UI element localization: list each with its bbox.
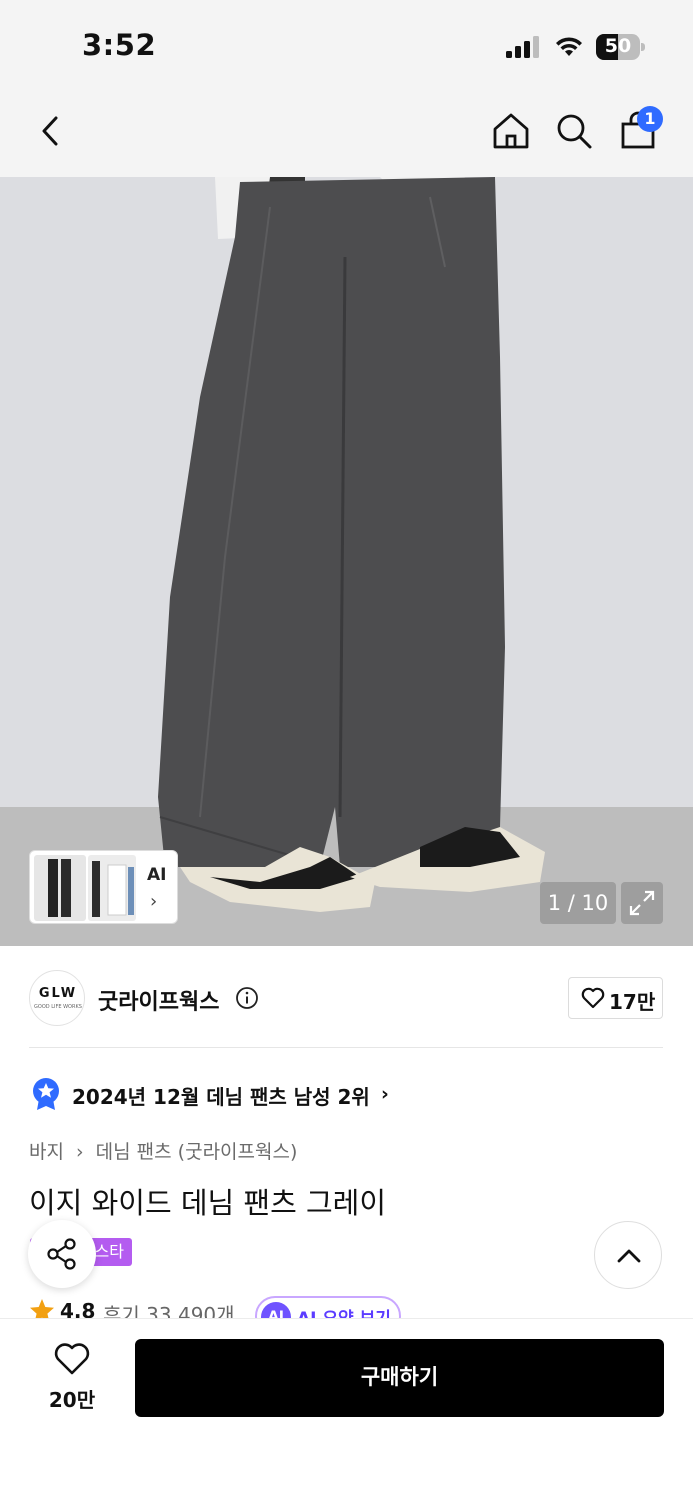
ai-badge: AI (261, 1302, 291, 1318)
ranking-medal-icon (33, 1078, 59, 1110)
back-icon[interactable] (30, 110, 72, 152)
breadcrumb: 바지 › 데님 팬츠 (굿라이프웍스) (29, 1137, 303, 1164)
product-photo (0, 177, 693, 946)
ai-label: AI (147, 865, 167, 885)
image-counter: 1 / 10 (540, 882, 616, 924)
divider (29, 1047, 663, 1048)
search-icon[interactable] (553, 110, 595, 152)
similar-item-thumbnail (34, 855, 86, 921)
chevron-right-icon[interactable]: › (381, 1083, 389, 1105)
heart-icon (54, 1343, 90, 1375)
expand-image-button[interactable] (621, 882, 663, 924)
product-title: 이지 와이드 데님 팬츠 그레이 (29, 1186, 387, 1220)
heart-icon (581, 987, 605, 1009)
share-button[interactable] (28, 1220, 96, 1288)
rating-row: 4.8 후기 33,490개 AI AI 요약 보기 (29, 1296, 693, 1318)
wishlist-button[interactable]: 20만 (40, 1342, 104, 1412)
rating-score: 4.8 (60, 1299, 96, 1318)
buy-button[interactable]: 구매하기 (135, 1339, 664, 1417)
expand-icon (629, 890, 655, 916)
wifi-icon (556, 37, 582, 56)
product-image-carousel[interactable] (0, 177, 693, 946)
breadcrumb-subcategory[interactable]: 데님 팬츠 (굿라이프웍스) (96, 1141, 298, 1163)
breadcrumb-separator: › (76, 1141, 84, 1163)
ranking-text[interactable]: 2024년 12월 데님 팬츠 남성 2위 (72, 1081, 370, 1110)
star-icon (30, 1299, 54, 1318)
wishlist-count: 20만 (48, 1388, 96, 1412)
scroll-to-top-button[interactable] (594, 1221, 662, 1289)
brand-logo[interactable]: GLW GOOD LIFE WORKS (29, 970, 85, 1026)
chevron-up-icon (617, 1249, 641, 1263)
share-icon (47, 1238, 76, 1270)
info-icon[interactable] (235, 986, 259, 1010)
brand-like-count: 17만 (609, 990, 656, 1014)
status-time: 3:52 (82, 28, 157, 62)
battery-icon: 50 (596, 34, 646, 60)
cellular-signal-icon (506, 36, 539, 58)
brand-name[interactable]: 굿라이프웍스 (98, 984, 219, 1016)
chevron-right-icon: › (150, 891, 158, 912)
ai-similar-items-button[interactable]: AI › (29, 850, 178, 924)
status-bar: 3:52 50 (0, 0, 693, 92)
review-count[interactable]: 후기 33,490개 (103, 1299, 235, 1318)
brand-like-button[interactable]: 17만 (568, 977, 663, 1019)
ai-summary-label: AI 요약 보기 (297, 1304, 391, 1318)
cart-count-badge: 1 (637, 106, 663, 132)
similar-item-thumbnail (88, 855, 136, 921)
home-icon[interactable] (490, 110, 532, 152)
ai-summary-button[interactable]: AI AI 요약 보기 (255, 1296, 401, 1318)
breadcrumb-category[interactable]: 바지 (29, 1141, 64, 1163)
